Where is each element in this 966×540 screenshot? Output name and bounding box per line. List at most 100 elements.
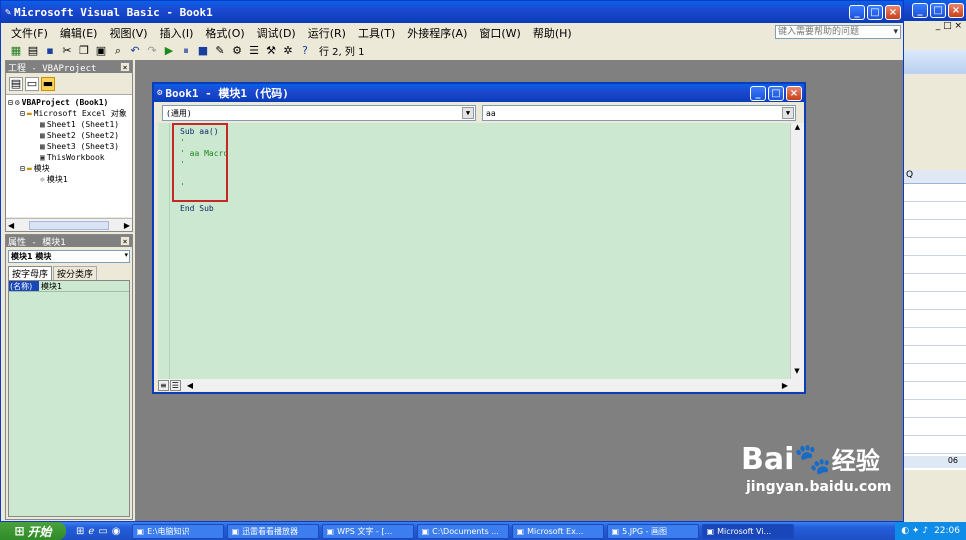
taskbar-button[interactable]: ▣ 迅雷看看播放器 [226,523,319,539]
properties-object-select[interactable]: 模块1 模块 ▾ [8,250,130,263]
close-button[interactable]: × [885,4,901,20]
redo-icon[interactable]: ↷ [145,44,159,58]
taskbar-button[interactable]: ▣ Microsoft Vi... [701,523,794,539]
view-excel-icon[interactable]: ▦ [9,44,23,58]
tree-item-label: Sheet3 (Sheet3) [46,142,120,151]
undo-icon[interactable]: ↶ [128,44,142,58]
menu-run[interactable]: 运行(R) [302,25,352,41]
chevron-down-icon[interactable]: ▾ [893,26,898,38]
code-editor[interactable]: Sub aa() ' ' aa Macro ' ' End Sub [158,123,790,379]
menu-window[interactable]: 窗口(W) [473,25,526,41]
ie-icon[interactable]: ℯ [88,526,94,537]
menu-format[interactable]: 格式(O) [199,25,250,41]
desktop-icon[interactable]: ▭ [98,526,107,537]
excel-close-button[interactable]: × [948,3,964,18]
tab-alphabetic[interactable]: 按字母序 [8,266,53,280]
view-code-icon[interactable]: ▤ [9,76,23,91]
object-browser-icon[interactable]: ⚒ [264,44,278,58]
windows-icon[interactable]: ⊞ [76,526,84,537]
view-object-icon[interactable]: ▭ [25,76,39,91]
procedure-combo[interactable]: aa ▼ [482,105,796,121]
taskbar-button[interactable]: ▣ E:\电脑知识 [131,523,224,539]
chevron-down-icon[interactable]: ▼ [462,107,474,119]
paste-icon[interactable]: ▣ [94,44,108,58]
tree-item[interactable]: ▦ Sheet2 (Sheet2) [6,130,132,141]
scroll-left-icon[interactable]: ◀ [187,381,193,390]
excel-maximize-button[interactable]: □ [930,3,946,18]
object-combo[interactable]: (通用) ▼ [162,105,476,121]
reset-icon[interactable]: ■ [196,44,210,58]
scroll-up-icon[interactable]: ▲ [791,123,804,135]
taskbar-button[interactable]: ▣ WPS 文字 - [... [321,523,414,539]
scroll-right-icon[interactable]: ▶ [782,381,788,390]
break-icon[interactable]: ⏸ [179,44,193,58]
run-icon[interactable]: ▶ [162,44,176,58]
media-icon[interactable]: ◉ [112,526,121,537]
copy-icon[interactable]: ❐ [77,44,91,58]
procedure-view-icon[interactable]: ≡ [158,379,169,391]
menu-help[interactable]: 帮助(H) [527,25,578,41]
toggle-folders-icon[interactable]: ▬ [41,76,55,91]
minimize-button[interactable]: _ [849,4,865,20]
sheet-icon: ▦ [40,142,45,151]
start-button[interactable]: ⊞ 开始 [0,522,66,540]
help-question-box[interactable]: 键入需要帮助的问题 ▾ [775,25,901,39]
full-module-view-icon[interactable]: ☰ [169,379,181,391]
tree-item[interactable]: ⚛ 模块1 [6,174,132,185]
app-icon: ▣ [706,526,715,536]
save-icon[interactable]: ▪ [43,44,57,58]
tree-item[interactable]: ▦ Sheet3 (Sheet3) [6,141,132,152]
tree-item[interactable]: ⊟ ▬ Microsoft Excel 对象 [6,108,132,119]
collapse-icon[interactable]: ⊟ [20,164,25,173]
menu-edit[interactable]: 编辑(E) [54,25,104,41]
taskbar-button[interactable]: ▣ 5.JPG - 画图 [606,523,699,539]
find-icon[interactable]: ⌕ [111,44,125,58]
taskbar-button[interactable]: ▣ C:\Documents ... [416,523,509,539]
tree-item[interactable]: ⊟ ⚙ VBAProject (Book1) [6,97,132,108]
menu-debug[interactable]: 调试(D) [251,25,302,41]
tree-item[interactable]: ▣ ThisWorkbook [6,152,132,163]
cut-icon[interactable]: ✂ [60,44,74,58]
menu-file[interactable]: 文件(F) [5,25,54,41]
properties-grid: (名称) 模块1 [8,280,130,517]
code-line[interactable]: End Sub [180,203,228,214]
code-maximize-button[interactable]: □ [768,85,784,101]
tab-categorized[interactable]: 按分类序 [53,266,98,280]
tray-icons[interactable]: ◐ ✦ ♪ [901,526,928,536]
menu-view[interactable]: 视图(V) [103,25,153,41]
scroll-right-icon[interactable]: ▶ [124,221,130,230]
collapse-icon[interactable]: ⊟ [20,109,25,118]
toolbox-icon[interactable]: ✲ [281,44,295,58]
scroll-thumb[interactable] [29,220,109,230]
project-explorer-icon[interactable]: ⚙ [230,44,244,58]
taskbar-button[interactable]: ▣ Microsoft Ex... [511,523,604,539]
insert-module-icon[interactable]: ▤ [26,44,40,58]
collapse-icon[interactable]: ⊟ [8,98,13,107]
code-vscrollbar[interactable]: ▲ ▼ [790,123,804,379]
excel-minimize-button[interactable]: _ [912,3,928,18]
properties-window-icon[interactable]: ☰ [247,44,261,58]
clock[interactable]: 22:06 [934,526,960,536]
menu-tools[interactable]: 工具(T) [352,25,401,41]
code-hscrollbar[interactable]: ≡ ☰ ◀ ▶ [158,379,804,391]
tree-item[interactable]: ⊟ ▬ 模块 [6,163,132,174]
tree-item[interactable]: ▦ Sheet1 (Sheet1) [6,119,132,130]
chevron-down-icon[interactable]: ▾ [124,251,128,259]
properties-close-icon[interactable]: × [120,236,130,246]
property-value[interactable]: 模块1 [39,281,62,291]
scroll-left-icon[interactable]: ◀ [8,221,14,230]
margin-indicator-bar [158,123,170,379]
code-minimize-button[interactable]: _ [750,85,766,101]
menu-insert[interactable]: 插入(I) [154,25,200,41]
project-explorer-close-icon[interactable]: × [120,62,130,72]
code-close-button[interactable]: × [786,85,802,101]
design-mode-icon[interactable]: ✎ [213,44,227,58]
scroll-down-icon[interactable]: ▼ [791,367,803,379]
help-icon[interactable]: ? [298,44,312,58]
project-hscrollbar[interactable]: ◀ ▶ [6,218,132,231]
maximize-button[interactable]: □ [867,4,883,20]
excel-doc-minimize-icon[interactable]: _ □ × [936,21,962,35]
menu-addins[interactable]: 外接程序(A) [401,25,473,41]
chevron-down-icon[interactable]: ▼ [782,107,794,119]
property-row[interactable]: (名称) 模块1 [9,281,129,292]
